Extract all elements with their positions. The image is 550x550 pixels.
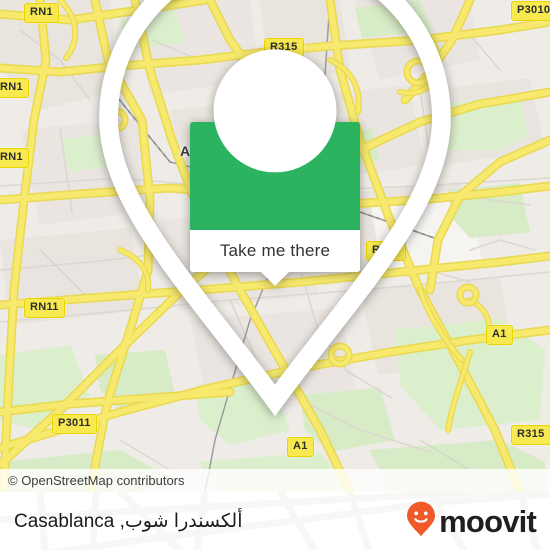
take-me-there-label: Take me there bbox=[219, 241, 331, 260]
place-title: ألكسندرا شوب, Casablanca bbox=[14, 510, 243, 532]
road-shield: R315 bbox=[511, 425, 550, 445]
take-me-there-button[interactable]: Take me there bbox=[190, 230, 360, 286]
popup-tail bbox=[261, 272, 289, 286]
osm-attribution-text: © OpenStreetMap contributors bbox=[8, 473, 185, 488]
moovit-smiley-pin-icon bbox=[406, 501, 436, 542]
map-attribution-bar: © OpenStreetMap contributors bbox=[0, 469, 550, 492]
moovit-logo[interactable]: moovit bbox=[406, 501, 537, 542]
road-shield: A1 bbox=[287, 437, 314, 457]
moovit-wordmark: moovit bbox=[439, 503, 537, 539]
map-pin-icon bbox=[0, 0, 550, 422]
moovit-place-card: .bg{fill:#efebe6} .blk{fill:#e8e3dd} .bl… bbox=[0, 0, 550, 550]
footer-bar: ألكسندرا شوب, Casablanca moovit bbox=[0, 492, 550, 550]
place-popup[interactable]: Take me there bbox=[99, 0, 451, 417]
map-canvas[interactable]: .bg{fill:#efebe6} .blk{fill:#e8e3dd} .bl… bbox=[0, 0, 550, 492]
popup-header bbox=[99, 0, 451, 417]
